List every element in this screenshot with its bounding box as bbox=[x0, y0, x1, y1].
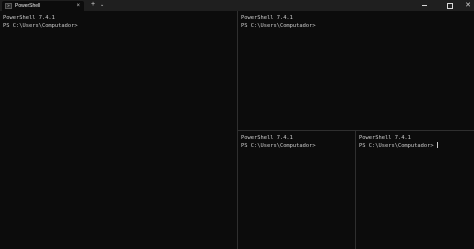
text-cursor bbox=[436, 142, 438, 148]
terminal-output: PowerShell 7.4.1 PS C:\Users\Computador> bbox=[241, 134, 316, 150]
pane-divider-horizontal[interactable] bbox=[238, 130, 474, 131]
maximize-button[interactable] bbox=[440, 0, 460, 11]
terminal-output: PowerShell 7.4.1 PS C:\Users\Computador> bbox=[241, 14, 316, 30]
shell-version: PowerShell 7.4.1 bbox=[359, 135, 411, 141]
terminal-window: > PowerShell × + ⌄ ✕ PowerShell 7.4.1 PS… bbox=[0, 0, 474, 249]
tab-powershell[interactable]: > PowerShell × bbox=[2, 1, 84, 11]
tab-title: PowerShell bbox=[15, 3, 41, 9]
new-tab-button[interactable]: + bbox=[91, 0, 95, 10]
maximize-icon bbox=[447, 2, 453, 9]
shell-prompt: PS C:\Users\Computador> bbox=[359, 143, 434, 149]
terminal-pane-bottom-right[interactable]: PowerShell 7.4.1 PS C:\Users\Computador> bbox=[356, 131, 474, 249]
chevron-down-icon[interactable]: ⌄ bbox=[100, 0, 104, 10]
pane-divider-vertical[interactable] bbox=[355, 131, 356, 249]
title-bar[interactable]: > PowerShell × + ⌄ ✕ bbox=[0, 0, 474, 11]
powershell-icon: > bbox=[5, 3, 12, 9]
shell-prompt: PS C:\Users\Computador> bbox=[241, 143, 316, 149]
terminal-pane-left[interactable]: PowerShell 7.4.1 PS C:\Users\Computador> bbox=[0, 11, 237, 249]
shell-prompt: PS C:\Users\Computador> bbox=[241, 23, 316, 29]
close-window-button[interactable]: ✕ bbox=[458, 0, 474, 11]
terminal-pane-bottom-left[interactable]: PowerShell 7.4.1 PS C:\Users\Computador> bbox=[238, 131, 355, 249]
tab-close-icon[interactable]: × bbox=[76, 2, 80, 10]
close-icon: ✕ bbox=[465, 2, 471, 9]
shell-prompt: PS C:\Users\Computador> bbox=[3, 23, 78, 29]
terminal-output: PowerShell 7.4.1 PS C:\Users\Computador> bbox=[3, 14, 78, 30]
shell-version: PowerShell 7.4.1 bbox=[241, 15, 293, 21]
shell-version: PowerShell 7.4.1 bbox=[3, 15, 55, 21]
shell-version: PowerShell 7.4.1 bbox=[241, 135, 293, 141]
minimize-button[interactable] bbox=[414, 0, 434, 11]
minimize-icon bbox=[421, 5, 427, 6]
terminal-pane-top-right[interactable]: PowerShell 7.4.1 PS C:\Users\Computador> bbox=[238, 11, 474, 130]
terminal-output: PowerShell 7.4.1 PS C:\Users\Computador> bbox=[359, 134, 438, 150]
